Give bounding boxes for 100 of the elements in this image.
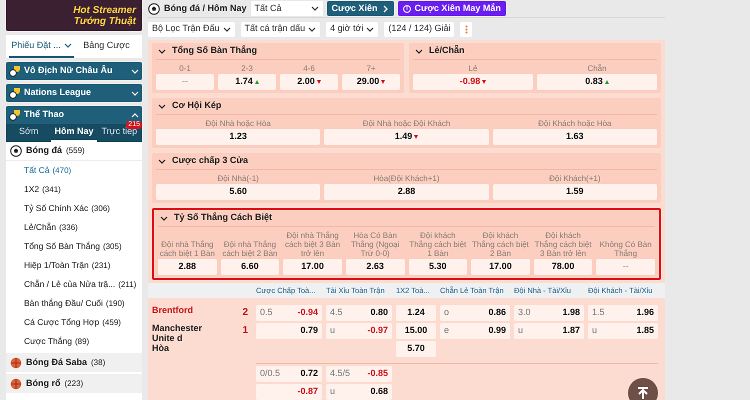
filter-dropdown[interactable]: Tất cá trận dấu: [240, 22, 320, 36]
odds-button[interactable]: 4.5/5 -0.85: [326, 366, 392, 382]
dots-icon: [464, 24, 468, 34]
odds-button[interactable]: 3.0 1.98: [514, 305, 584, 321]
team-score: 1: [242, 324, 248, 338]
option-label: Đội nhà Thắng cách biệt 1 Bàn: [158, 239, 216, 258]
option-label: Đội nhà Thắng cách biệt 2 Bàn: [221, 239, 279, 258]
sport-item[interactable]: Bóng đá (559): [6, 142, 142, 161]
team-score: 2: [242, 306, 248, 320]
team-name: Hòa: [152, 343, 170, 353]
option-label: Đội Nhà(-1): [216, 173, 260, 183]
option-label: Đội Khách hoặc Hòa: [537, 118, 613, 128]
odds-button[interactable]: 2.88: [158, 259, 217, 275]
bet-type-item[interactable]: Cược Thắng (89): [6, 332, 142, 351]
option-label: Đội khách Thắng cách biệt 1 Bàn: [408, 230, 468, 258]
filter-dropdown[interactable]: (124 / 124) Giải: [384, 22, 454, 36]
chevron-down-icon: [64, 42, 72, 49]
bet-type-item[interactable]: Lẻ/Chẵn (336): [6, 218, 142, 237]
odds-button[interactable]: e 0.99: [440, 323, 510, 339]
market-title: Cơ Hội Kép: [172, 99, 222, 112]
chevron-up-icon: [131, 112, 139, 118]
filter-dropdown[interactable]: Bộ Lọc Trận Đấu: [148, 22, 235, 36]
odds-button[interactable]: 1.5 1.96: [588, 305, 658, 321]
market-title: Tỷ Số Thắng Cách Biệt: [174, 211, 272, 224]
odds-button[interactable]: 17.00: [471, 259, 530, 275]
option-label: Đội Nhà hoặc Hòa: [204, 118, 272, 128]
trophy-ball-icon: [9, 87, 21, 99]
odds-button[interactable]: 6.60: [220, 259, 280, 275]
odds-button[interactable]: 1.74: [218, 74, 276, 90]
chevron-right-icon: [383, 4, 390, 12]
odds-button[interactable]: -0.87: [256, 384, 322, 400]
odds-button[interactable]: 78.00: [534, 259, 592, 275]
odds-button[interactable]: 0.5 -0.94: [256, 305, 322, 321]
odds-button[interactable]: 29.00: [342, 74, 400, 90]
filter-dropdown[interactable]: 4 giờ tới: [326, 22, 378, 36]
sidebar-tab[interactable]: Bảng Cược: [74, 35, 139, 58]
option-label: 2-3: [240, 63, 254, 73]
bet-type-item[interactable]: Tất Cả (470): [6, 161, 142, 180]
chevron-down-icon: [366, 26, 374, 32]
odds-button[interactable]: u -0.97: [326, 323, 392, 339]
odds-button[interactable]: u 1.85: [588, 323, 658, 339]
sport-item[interactable]: Bóng Đá Saba (38): [6, 353, 142, 372]
league-header[interactable]: Nations League: [6, 84, 142, 102]
ball-icon: [10, 356, 22, 368]
odds-button[interactable]: o 0.86: [440, 305, 510, 321]
breadcrumb: Bóng đá / Hôm Nay: [164, 2, 247, 15]
market-title: Cược chấp 3 Cửa: [172, 154, 248, 168]
odds-button[interactable]: 0/0.5 0.72: [256, 366, 322, 382]
odds-button[interactable]: 1.59: [492, 184, 657, 200]
bet-type-item[interactable]: 1X2 (341): [6, 180, 142, 199]
bet-type-item[interactable]: Bàn thắng Đầu/ Cuối (190): [6, 294, 142, 313]
chevron-down-icon: [310, 5, 319, 12]
odds-button[interactable]: 15.00: [396, 323, 436, 339]
odds-button[interactable]: u 1.87: [514, 323, 584, 339]
option-label: Hòa(Đội Khách+1): [372, 173, 441, 183]
sport-tab[interactable]: Sớm: [6, 124, 52, 142]
odds-button[interactable]: 4.5 0.80: [326, 305, 392, 321]
odds-button[interactable]: 2.88: [324, 184, 489, 200]
odds-button[interactable]: 0.79: [256, 323, 322, 339]
chevron-down-icon: [131, 68, 139, 74]
bet-type-item[interactable]: Chẵn / Lẻ của Nửa trậ... (211): [6, 275, 142, 294]
option-label: Đội Nhà hoặc Đội Khách: [362, 118, 452, 128]
odds-button[interactable]: 5.70: [396, 341, 436, 357]
option-label: Hòa Có Bàn Thắng (Ngoại Trừ 0-0): [350, 230, 400, 258]
option-label: 7+: [365, 63, 377, 73]
odds-button[interactable]: 1.23: [156, 129, 320, 145]
option-label: Đội khách Thắng cách biệt 2 Bàn: [471, 230, 530, 258]
odds-button[interactable]: 0.83: [537, 74, 657, 90]
chevron-down-icon: [158, 48, 166, 54]
bet-type-item[interactable]: Tổng Số Bàn Thắng (305): [6, 237, 142, 256]
odds-button[interactable]: 1.63: [492, 129, 657, 145]
chevron-down-icon: [308, 26, 316, 32]
category-select[interactable]: Tất Cả: [250, 1, 323, 16]
banner-title: Hot Streamer Tướng Thuật: [72, 4, 136, 26]
arrow-up-icon: [636, 386, 650, 400]
odds-button[interactable]: 5.30: [408, 259, 468, 275]
odds-button[interactable]: 2.00: [280, 74, 338, 90]
sidebar-tab[interactable]: Phiếu Đặt ...: [9, 35, 74, 58]
soccer-ball-icon: [148, 2, 160, 14]
sport-item[interactable]: Bóng rổ (223): [6, 374, 142, 393]
bet-type-item[interactable]: Tỷ Số Chính Xác (306): [6, 199, 142, 218]
option-label: 4-6: [302, 63, 316, 73]
option-label: 0-1: [178, 63, 192, 73]
team-name: Manchester Unite d: [152, 323, 204, 343]
parlay-button[interactable]: Cược Xiên: [326, 1, 394, 16]
lucky-parlay-button[interactable]: Cược Xiên May Mắn: [398, 1, 506, 16]
bet-type-item[interactable]: Hiệp 1/Toàn Trận (231): [6, 256, 142, 275]
odds-button[interactable]: 1.49: [324, 129, 489, 145]
market-title: Tổng Số Bàn Thắng: [172, 44, 257, 58]
league-header[interactable]: Vô Địch Nữ Châu Âu: [6, 62, 142, 80]
option-label: Không Có Bàn Thắng: [598, 239, 653, 258]
chevron-down-icon: [160, 214, 168, 222]
odds-button[interactable]: 2.63: [346, 259, 404, 275]
odds-button[interactable]: -0.98: [413, 74, 533, 90]
odds-button[interactable]: 5.60: [156, 184, 320, 200]
odds-button[interactable]: u 0.68: [326, 384, 392, 400]
odds-button[interactable]: 17.00: [283, 259, 342, 275]
bet-type-item[interactable]: Cá Cược Tổng Hợp (459): [6, 313, 142, 332]
odds-button[interactable]: 1.24: [396, 305, 436, 321]
trophy-ball-icon: [9, 109, 21, 121]
